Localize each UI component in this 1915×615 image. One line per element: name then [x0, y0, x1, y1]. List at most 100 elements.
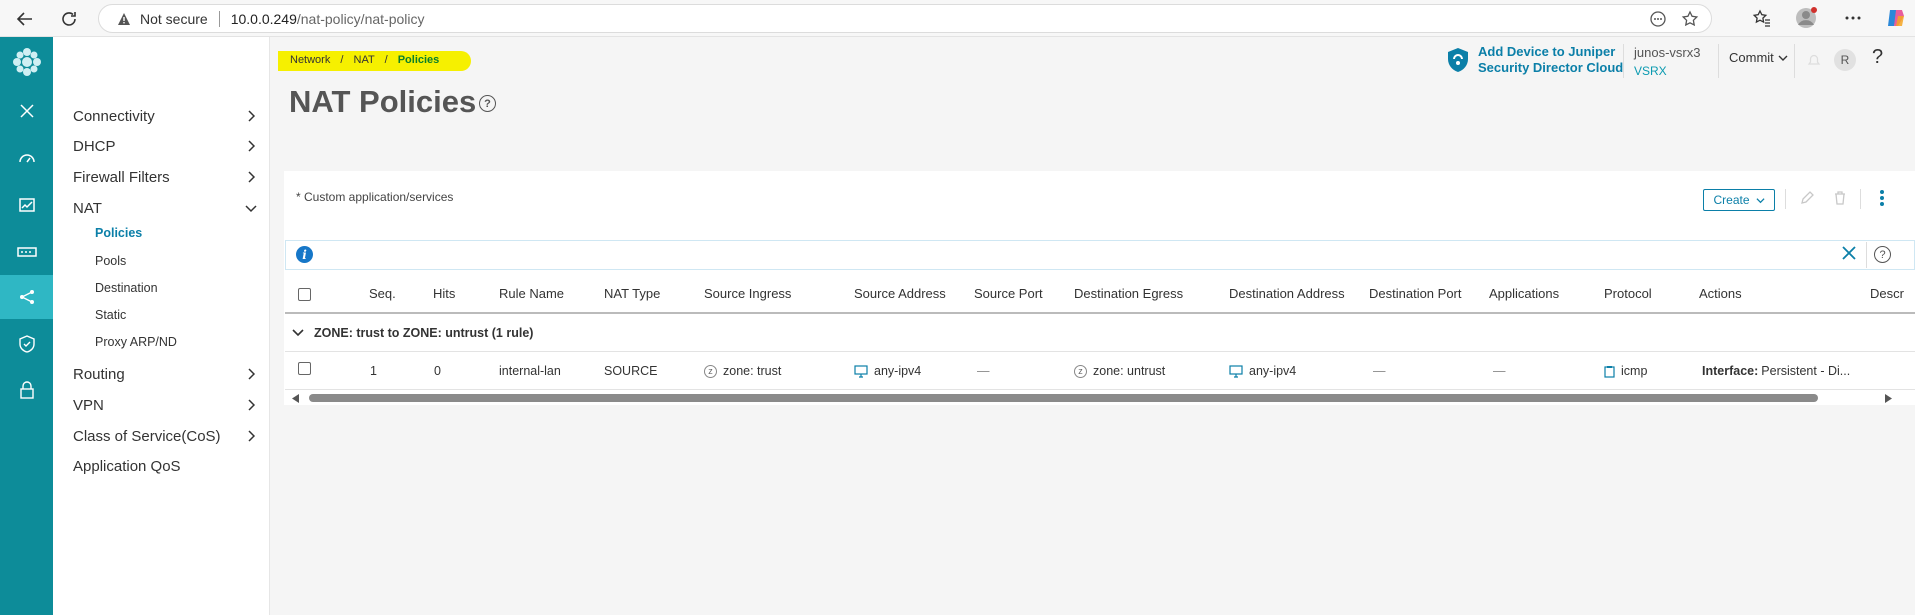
back-icon[interactable] — [12, 6, 38, 32]
menu-item-application-qos[interactable]: Application QoS — [73, 455, 263, 477]
edit-icon[interactable] — [1797, 188, 1817, 208]
column-nat-type[interactable]: NAT Type — [604, 286, 660, 301]
more-icon[interactable] — [1649, 10, 1667, 28]
select-all-checkbox[interactable] — [298, 288, 311, 301]
column-source-port[interactable]: Source Port — [974, 286, 1043, 301]
column-protocol[interactable]: Protocol — [1604, 286, 1652, 301]
column-source-ingress[interactable]: Source Ingress — [704, 286, 791, 301]
cell-source-ingress[interactable]: z zone: trust — [704, 364, 781, 378]
create-button[interactable]: Create — [1703, 189, 1775, 211]
submenu-item-pools[interactable]: Pools — [95, 254, 126, 268]
cell-actions[interactable]: Interface: Persistent - Di... — [1702, 364, 1850, 378]
add-device-line2: Security Director Cloud — [1478, 60, 1624, 75]
column-destination-port[interactable]: Destination Port — [1369, 286, 1462, 301]
menu-dots-icon[interactable] — [1840, 5, 1866, 31]
column-destination-address[interactable]: Destination Address — [1229, 286, 1345, 301]
help-icon[interactable]: ? — [1874, 246, 1891, 263]
network-icon[interactable] — [0, 275, 53, 319]
zone-icon: z — [1074, 364, 1087, 378]
actions-value: Persistent - Di... — [1761, 364, 1851, 378]
address-bar[interactable]: Not secure 10.0.0.249/nat-policy/nat-pol… — [98, 4, 1712, 33]
column-seq[interactable]: Seq. — [369, 286, 396, 301]
lock-icon[interactable] — [0, 368, 53, 412]
info-icon: i — [296, 246, 313, 263]
commit-button[interactable]: Commit — [1729, 50, 1788, 65]
menu-item-vpn[interactable]: VPN — [73, 394, 263, 416]
menu-label: Routing — [73, 365, 125, 383]
column-rule-name[interactable]: Rule Name — [499, 286, 564, 301]
help-icon[interactable]: ? — [479, 95, 496, 112]
breadcrumb-nat[interactable]: NAT — [354, 54, 375, 66]
source-ingress-value: zone: trust — [723, 364, 782, 378]
cell-protocol[interactable]: icmp — [1604, 364, 1647, 378]
more-vertical-icon[interactable] — [1872, 188, 1892, 208]
browser-toolbar: Not secure 10.0.0.249/nat-policy/nat-pol… — [0, 0, 1915, 37]
applications-value: — — [1493, 364, 1506, 378]
breadcrumb: Network / NAT / Policies — [278, 51, 472, 71]
cell-destination-egress[interactable]: z zone: untrust — [1074, 364, 1165, 378]
divider — [1860, 189, 1861, 209]
cell-source-address[interactable]: any-ipv4 — [854, 364, 921, 378]
menu-item-nat[interactable]: NAT — [73, 197, 263, 219]
security-policy-icon[interactable] — [0, 322, 53, 366]
submenu-item-destination[interactable]: Destination — [95, 281, 158, 295]
column-source-address[interactable]: Source Address — [854, 286, 946, 301]
cell-destination-address[interactable]: any-ipv4 — [1229, 364, 1296, 378]
column-destination-egress[interactable]: Destination Egress — [1074, 286, 1183, 301]
submenu-item-static[interactable]: Static — [95, 308, 126, 322]
column-actions[interactable]: Actions — [1699, 286, 1742, 301]
column-description[interactable]: Descr — [1870, 286, 1915, 301]
chevron-down-icon — [1755, 197, 1765, 203]
add-device-link[interactable]: Add Device to Juniper Security Director … — [1478, 44, 1623, 76]
not-secure-label: Not secure — [140, 10, 208, 27]
menu-item-firewall-filters[interactable]: Firewall Filters — [73, 166, 263, 188]
menu-label: NAT — [73, 199, 102, 217]
menu-item-connectivity[interactable]: Connectivity — [73, 105, 263, 127]
scrollbar-thumb[interactable] — [309, 394, 1818, 402]
scroll-left-icon[interactable] — [292, 394, 300, 403]
menu-item-routing[interactable]: Routing — [73, 363, 263, 385]
scroll-right-icon[interactable] — [1884, 394, 1892, 403]
avatar[interactable]: R — [1834, 49, 1856, 71]
column-hits[interactable]: Hits — [433, 286, 455, 301]
copilot-icon[interactable] — [1883, 5, 1909, 31]
device-type: VSRX — [1634, 64, 1667, 78]
column-applications[interactable]: Applications — [1489, 286, 1559, 301]
refresh-icon[interactable] — [56, 6, 82, 32]
submenu-item-policies[interactable]: Policies — [95, 226, 142, 240]
breadcrumb-network[interactable]: Network — [290, 54, 330, 66]
star-icon[interactable] — [1681, 10, 1699, 28]
row-checkbox[interactable] — [298, 362, 311, 375]
notification-icon[interactable] — [1806, 52, 1822, 68]
close-icon[interactable] — [0, 89, 53, 133]
chevron-down-icon[interactable] — [292, 327, 304, 339]
delete-icon[interactable] — [1830, 188, 1850, 208]
devices-icon[interactable] — [0, 230, 53, 274]
help-question-icon[interactable]: ? — [1872, 46, 1883, 69]
destination-port-value: — — [1373, 364, 1386, 378]
warning-icon — [118, 12, 130, 25]
breadcrumb-separator: / — [384, 54, 388, 66]
monitor-icon[interactable] — [0, 183, 53, 227]
logo-icon[interactable] — [0, 37, 53, 87]
chevron-right-icon — [248, 110, 256, 122]
menu-item-dhcp[interactable]: DHCP — [73, 135, 263, 157]
cell-seq: 1 — [370, 364, 377, 378]
favorites-icon[interactable] — [1749, 5, 1775, 31]
menu-label: Firewall Filters — [73, 168, 170, 186]
cell-rule-name[interactable]: internal-lan — [499, 364, 561, 378]
menu-label: VPN — [73, 396, 104, 414]
rule-name-value: internal-lan — [499, 364, 561, 378]
submenu-item-proxy-arp[interactable]: Proxy ARP/ND — [95, 335, 177, 349]
menu-item-cos[interactable]: Class of Service(CoS) — [73, 425, 263, 447]
info-bar — [285, 240, 1915, 270]
dashboard-icon[interactable] — [0, 136, 53, 180]
address-icon — [1229, 364, 1243, 378]
divider — [1866, 242, 1867, 268]
chevron-right-icon — [248, 171, 256, 183]
chevron-right-icon — [248, 140, 256, 152]
url-path: /nat-policy/nat-policy — [296, 10, 425, 27]
close-icon[interactable] — [1841, 245, 1857, 261]
security-director-icon[interactable] — [1444, 46, 1472, 74]
profile-icon[interactable] — [1793, 5, 1819, 31]
